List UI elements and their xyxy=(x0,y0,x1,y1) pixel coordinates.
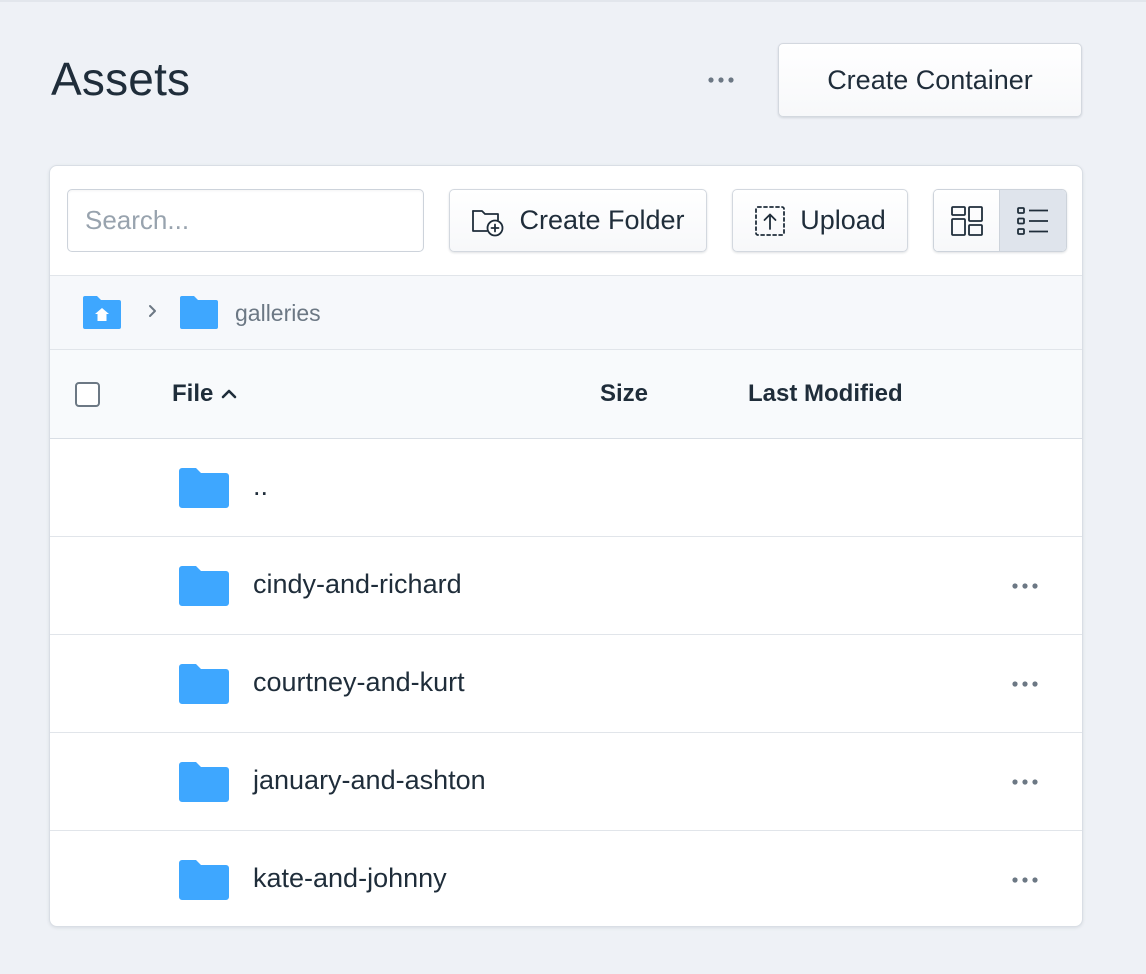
folder-add-icon xyxy=(471,205,505,237)
page-title: Assets xyxy=(51,53,191,105)
row-actions-button[interactable] xyxy=(1003,865,1047,895)
column-header-last-modified[interactable]: Last Modified xyxy=(748,380,903,408)
grid-view-icon xyxy=(950,205,983,236)
view-toggle xyxy=(933,189,1067,252)
row-name: january-and-ashton xyxy=(253,765,486,795)
breadcrumb-separator xyxy=(146,300,160,327)
file-list: .. cindy-and-richard courtney-and-kurt j… xyxy=(50,439,1082,926)
grid-view-button[interactable] xyxy=(934,190,1000,251)
ellipsis-icon xyxy=(708,77,734,83)
folder-home-icon xyxy=(83,296,121,329)
column-header-file[interactable]: File xyxy=(172,380,239,408)
table-row[interactable]: january-and-ashton xyxy=(50,733,1082,831)
row-name: .. xyxy=(253,471,269,501)
assets-browser: Create Folder Upload xyxy=(49,165,1083,927)
column-header-file-label: File xyxy=(172,380,214,407)
row-name: cindy-and-richard xyxy=(253,569,462,599)
list-view-button[interactable] xyxy=(1000,190,1066,251)
header-more-button[interactable] xyxy=(703,64,739,96)
upload-label: Upload xyxy=(800,205,886,235)
table-row[interactable]: kate-and-johnny xyxy=(50,831,1082,926)
table-row[interactable]: cindy-and-richard xyxy=(50,537,1082,635)
sort-ascending-icon xyxy=(222,389,237,399)
ellipsis-icon xyxy=(1012,681,1038,687)
row-actions-button[interactable] xyxy=(1003,669,1047,699)
breadcrumb: galleries xyxy=(50,276,1082,350)
top-border xyxy=(0,0,1146,2)
folder-icon xyxy=(179,664,229,704)
row-name: kate-and-johnny xyxy=(253,863,447,893)
folder-icon xyxy=(179,860,229,900)
folder-icon xyxy=(179,468,229,508)
search-input[interactable] xyxy=(67,189,424,252)
toolbar: Create Folder Upload xyxy=(50,166,1082,276)
breadcrumb-home[interactable] xyxy=(81,294,123,336)
folder-icon xyxy=(180,296,218,329)
upload-icon xyxy=(754,205,786,237)
table-header: File Size Last Modified xyxy=(50,350,1082,439)
create-container-button[interactable]: Create Container xyxy=(778,43,1082,117)
table-row-parent[interactable]: .. xyxy=(50,439,1082,537)
breadcrumb-current[interactable]: galleries xyxy=(235,300,321,327)
select-all-checkbox[interactable] xyxy=(75,382,100,407)
create-folder-label: Create Folder xyxy=(519,205,685,235)
column-header-size[interactable]: Size xyxy=(600,380,648,408)
ellipsis-icon xyxy=(1012,877,1038,883)
upload-button[interactable]: Upload xyxy=(732,189,908,252)
folder-icon xyxy=(179,762,229,802)
chevron-right-icon xyxy=(149,305,156,317)
row-actions-button[interactable] xyxy=(1003,767,1047,797)
table-row[interactable]: courtney-and-kurt xyxy=(50,635,1082,733)
breadcrumb-folder xyxy=(178,294,220,336)
folder-icon xyxy=(179,566,229,606)
row-actions-button[interactable] xyxy=(1003,571,1047,601)
list-view-icon xyxy=(1017,206,1048,235)
create-folder-button[interactable]: Create Folder xyxy=(449,189,707,252)
ellipsis-icon xyxy=(1012,779,1038,785)
ellipsis-icon xyxy=(1012,583,1038,589)
row-name: courtney-and-kurt xyxy=(253,667,465,697)
